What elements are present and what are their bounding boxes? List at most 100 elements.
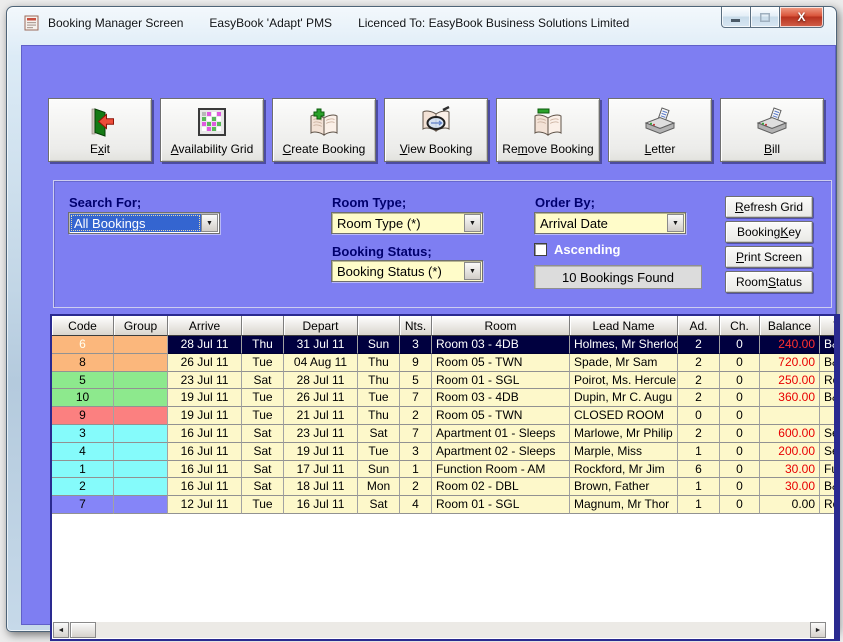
cell-depart-day: Mon: [358, 478, 400, 496]
cell-adults: 2: [678, 425, 720, 443]
cell-balance: 30.00: [760, 461, 820, 479]
column-header-code: Code: [52, 316, 114, 336]
scroll-right-icon[interactable]: ►: [810, 622, 826, 638]
cell-arrive-day: Sat: [242, 443, 284, 461]
cell-adults: 2: [678, 389, 720, 407]
cell-nights: 2: [400, 478, 432, 496]
maximize-button[interactable]: [751, 7, 779, 28]
chevron-down-icon[interactable]: ▼: [464, 214, 481, 232]
booking-status-combo[interactable]: Booking Status (*) ▼: [331, 260, 483, 282]
minimize-button[interactable]: [721, 7, 751, 28]
bookings-found-panel: 10 Bookings Found: [534, 265, 702, 289]
column-header-arrive-day: [242, 316, 284, 336]
cell-lead-name: Dupin, Mr C. Augu: [570, 389, 678, 407]
cell-nights: 1: [400, 461, 432, 479]
close-button[interactable]: X: [779, 7, 824, 28]
toolbar-button-label: Letter: [645, 142, 676, 156]
cell-depart: 16 Jul 11: [284, 496, 358, 514]
cell-lead-name: CLOSED ROOM: [570, 407, 678, 425]
cell-arrive: 16 Jul 11: [168, 425, 242, 443]
cell-tariff: Ro: [820, 496, 840, 514]
cell-adults: 6: [678, 461, 720, 479]
cell-depart-day: Thu: [358, 354, 400, 372]
table-row[interactable]: 1019 Jul 11Tue26 Jul 11Tue7Room 03 - 4DB…: [52, 389, 840, 407]
cell-children: 0: [720, 407, 760, 425]
table-row[interactable]: 416 Jul 11Sat19 Jul 11Tue3Apartment 02 -…: [52, 443, 840, 461]
order-by-combo[interactable]: Arrival Date ▼: [534, 212, 686, 234]
letter-button[interactable]: Letter: [608, 98, 712, 162]
column-header-group: Group: [114, 316, 168, 336]
cell-tariff: [820, 407, 840, 425]
letter-printer-icon: [643, 105, 677, 139]
cell-code: 9: [52, 407, 114, 425]
cell-room: Room 03 - 4DB: [432, 389, 570, 407]
cell-arrive-day: Tue: [242, 407, 284, 425]
exit-door-icon: [84, 105, 116, 139]
search-for-label: Search For;: [69, 195, 141, 210]
create-booking-button[interactable]: Create Booking: [272, 98, 376, 162]
cell-depart: 19 Jul 11: [284, 443, 358, 461]
horizontal-scrollbar[interactable]: ◄ ►: [53, 622, 826, 638]
table-row[interactable]: 116 Jul 11Sat17 Jul 11Sun1Function Room …: [52, 461, 840, 479]
cell-lead-name: Marple, Miss: [570, 443, 678, 461]
cell-balance: 250.00: [760, 372, 820, 390]
bill-button[interactable]: Bill: [720, 98, 824, 162]
cell-arrive-day: Sat: [242, 461, 284, 479]
remove-booking-icon: [531, 105, 565, 139]
table-row-selected[interactable]: 628 Jul 11Thu31 Jul 11Sun3Room 03 - 4DBH…: [52, 336, 840, 354]
cell-code: 4: [52, 443, 114, 461]
ascending-checkbox[interactable]: [534, 243, 547, 256]
cell-depart-day: Sat: [358, 496, 400, 514]
table-row[interactable]: 523 Jul 11Sat28 Jul 11Thu5Room 01 - SGLP…: [52, 372, 840, 390]
table-row[interactable]: 919 Jul 11Tue21 Jul 11Thu2Room 05 - TWNC…: [52, 407, 840, 425]
cell-balance: 240.00: [760, 336, 820, 354]
cell-adults: 2: [678, 354, 720, 372]
cell-adults: 1: [678, 443, 720, 461]
exit-button[interactable]: Exit: [48, 98, 152, 162]
cell-depart-day: Thu: [358, 372, 400, 390]
cell-arrive: 12 Jul 11: [168, 496, 242, 514]
booking-key-button[interactable]: Booking Key: [725, 221, 813, 243]
availability-grid-button[interactable]: Availability Grid: [160, 98, 264, 162]
table-row[interactable]: 712 Jul 11Tue16 Jul 11Sat4Room 01 - SGLM…: [52, 496, 840, 514]
cell-group: [114, 389, 168, 407]
cell-depart-day: Sun: [358, 461, 400, 479]
cell-code: 7: [52, 496, 114, 514]
cell-lead-name: Marlowe, Mr Philip: [570, 425, 678, 443]
scroll-left-icon[interactable]: ◄: [53, 622, 69, 638]
print-screen-button[interactable]: Print Screen: [725, 246, 813, 268]
cell-lead-name: Rockford, Mr Jim: [570, 461, 678, 479]
table-row[interactable]: 826 Jul 11Tue04 Aug 11Thu9Room 05 - TWNS…: [52, 354, 840, 372]
cell-group: [114, 425, 168, 443]
room-type-label: Room Type;: [332, 195, 406, 210]
cell-group: [114, 354, 168, 372]
table-row[interactable]: 316 Jul 11Sat23 Jul 11Sat7Apartment 01 -…: [52, 425, 840, 443]
cell-adults: 1: [678, 496, 720, 514]
cell-group: [114, 496, 168, 514]
column-header-lead-name: Lead Name: [570, 316, 678, 336]
column-header-depart: Depart: [284, 316, 358, 336]
refresh-grid-button[interactable]: Refresh Grid: [725, 196, 813, 218]
remove-booking-button[interactable]: Remove Booking: [496, 98, 600, 162]
search-for-combo[interactable]: All Bookings ▼: [68, 212, 220, 234]
cell-arrive-day: Tue: [242, 496, 284, 514]
room-type-combo[interactable]: Room Type (*) ▼: [331, 212, 483, 234]
cell-children: 0: [720, 389, 760, 407]
cell-balance: [760, 407, 820, 425]
chevron-down-icon[interactable]: ▼: [201, 214, 218, 232]
chevron-down-icon[interactable]: ▼: [464, 262, 481, 280]
cell-depart: 23 Jul 11: [284, 425, 358, 443]
app-icon: [24, 15, 39, 31]
cell-lead-name: Poirot, Ms. Hercule: [570, 372, 678, 390]
cell-room: Apartment 01 - Sleeps: [432, 425, 570, 443]
title-bar[interactable]: Booking Manager Screen EasyBook 'Adapt' …: [7, 7, 836, 39]
view-booking-button[interactable]: View Booking: [384, 98, 488, 162]
chevron-down-icon[interactable]: ▼: [667, 214, 684, 232]
cell-children: 0: [720, 461, 760, 479]
column-header-children: Ch.: [720, 316, 760, 336]
room-status-button[interactable]: Room Status: [725, 271, 813, 293]
cell-depart: 21 Jul 11: [284, 407, 358, 425]
cell-depart: 28 Jul 11: [284, 372, 358, 390]
table-row[interactable]: 216 Jul 11Sat18 Jul 11Mon2Room 02 - DBLB…: [52, 478, 840, 496]
scrollbar-thumb[interactable]: [70, 622, 96, 638]
